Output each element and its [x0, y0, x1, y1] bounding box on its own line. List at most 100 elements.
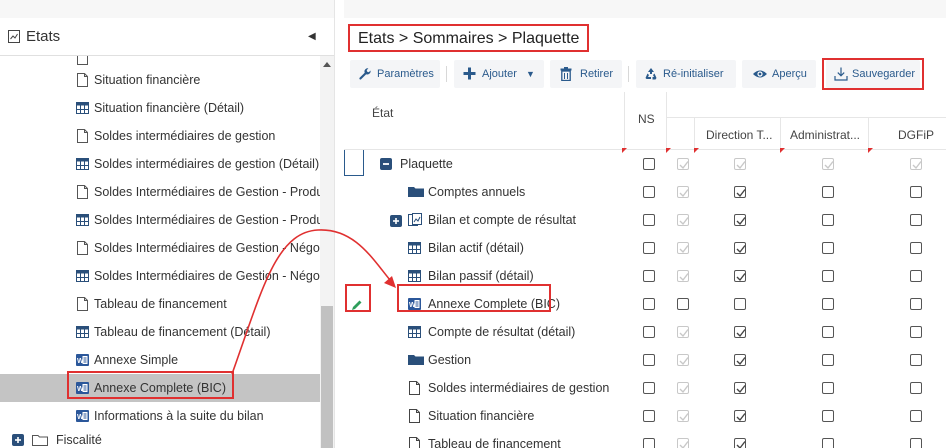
tree-item[interactable]: Situation financière — [0, 66, 320, 94]
permission-checkbox[interactable] — [910, 354, 922, 366]
permission-checkbox[interactable] — [643, 186, 655, 198]
svg-text:W: W — [77, 386, 84, 393]
ajouter-button[interactable]: Ajouter ▼ — [454, 60, 544, 88]
states-grid: État NS Direction T... Administrat... DG… — [344, 92, 946, 448]
permission-checkbox[interactable] — [643, 410, 655, 422]
column-header-administrat[interactable]: Administrat... — [790, 128, 860, 142]
collapse-left-icon[interactable]: ◀ — [308, 18, 316, 56]
row-label: Bilan actif (détail) — [428, 241, 524, 255]
tree-item-fiscalite[interactable]: Fiscalité — [0, 426, 320, 448]
table-row[interactable]: Soldes intermédiaires de gestion — [344, 374, 946, 402]
sauvegarder-button[interactable]: Sauvegarder — [826, 60, 920, 88]
column-header-direction[interactable]: Direction T... — [706, 128, 772, 142]
panel-divider[interactable] — [334, 0, 344, 448]
tree-item[interactable]: Soldes intermédiaires de gestion — [0, 122, 320, 150]
permission-checkbox — [677, 354, 689, 366]
minus-square-icon[interactable] — [380, 157, 392, 175]
permission-checkbox[interactable] — [822, 214, 834, 226]
permission-checkbox[interactable] — [643, 270, 655, 282]
doc-icon — [408, 409, 421, 428]
tree-item-label: Soldes Intermédiaires de Gestion - Produ… — [94, 185, 320, 199]
parametres-button[interactable]: Paramètres — [350, 60, 440, 88]
tree-item[interactable]: Soldes Intermédiaires de Gestion - Produ… — [0, 206, 320, 234]
table-row[interactable]: Comptes annuels — [344, 178, 946, 206]
permission-checkbox[interactable] — [910, 242, 922, 254]
permission-checkbox[interactable] — [643, 438, 655, 448]
permission-checkbox[interactable] — [734, 382, 746, 394]
scroll-up-arrow-icon[interactable] — [323, 62, 331, 67]
permission-checkbox[interactable] — [734, 298, 746, 310]
expand-plus-icon[interactable] — [12, 434, 24, 446]
permission-checkbox[interactable] — [822, 242, 834, 254]
table-row[interactable]: Tableau de financement — [344, 430, 946, 448]
permission-checkbox[interactable] — [734, 242, 746, 254]
permission-checkbox[interactable] — [822, 270, 834, 282]
permission-checkbox[interactable] — [643, 326, 655, 338]
permission-checkbox[interactable] — [643, 298, 655, 310]
permission-checkbox[interactable] — [643, 214, 655, 226]
toolbar-separator — [628, 66, 629, 82]
tree-item[interactable]: Tableau de financement (Détail) — [0, 318, 320, 346]
expand-plus-icon[interactable] — [390, 214, 402, 232]
scroll-thumb[interactable] — [321, 306, 333, 448]
permission-checkbox[interactable] — [910, 270, 922, 282]
tree-item[interactable]: Tableau de financement — [0, 290, 320, 318]
permission-checkbox[interactable] — [822, 326, 834, 338]
table-row[interactable]: Plaquette — [344, 150, 946, 178]
permission-checkbox[interactable] — [822, 354, 834, 366]
permission-checkbox[interactable] — [734, 438, 746, 448]
permission-checkbox[interactable] — [910, 298, 922, 310]
tree-item[interactable]: W Annexe Simple — [0, 346, 320, 374]
edit-pencil-icon[interactable] — [351, 298, 363, 316]
permission-checkbox — [677, 382, 689, 394]
table-row[interactable]: Situation financière — [344, 402, 946, 430]
permission-checkbox[interactable] — [822, 438, 834, 448]
permission-checkbox[interactable] — [910, 326, 922, 338]
tree-item-label: Annexe Simple — [94, 353, 179, 367]
permission-checkbox[interactable] — [910, 186, 922, 198]
tree-scrollbar[interactable] — [320, 56, 334, 448]
permission-checkbox[interactable] — [643, 354, 655, 366]
permission-checkbox[interactable] — [822, 298, 834, 310]
folder-icon — [408, 185, 424, 203]
table-row[interactable]: Compte de résultat (détail) — [344, 318, 946, 346]
permission-checkbox[interactable] — [822, 410, 834, 422]
table-row[interactable]: Bilan actif (détail) — [344, 234, 946, 262]
permission-checkbox[interactable] — [910, 382, 922, 394]
permission-checkbox[interactable] — [734, 326, 746, 338]
retirer-label: Retirer — [580, 68, 614, 80]
table-icon — [408, 325, 421, 344]
table-row[interactable]: Gestion — [344, 346, 946, 374]
tree-item[interactable]: Soldes Intermédiaires de Gestion - Négoc… — [0, 262, 320, 290]
svg-text:W: W — [77, 358, 84, 365]
apercu-button[interactable]: Aperçu — [742, 60, 816, 88]
permission-checkbox[interactable] — [734, 270, 746, 282]
tree-item[interactable]: Soldes intermédiaires de gestion (Détail… — [0, 150, 320, 178]
retirer-button[interactable]: Retirer — [550, 60, 622, 88]
column-header-etat[interactable]: État — [372, 106, 393, 120]
permission-checkbox[interactable] — [643, 158, 655, 170]
tree-item-selected[interactable]: W Annexe Complete (BIC) — [0, 374, 320, 402]
table-row[interactable]: W Annexe Complete (BIC) — [344, 290, 946, 318]
chart-doc-icon — [408, 213, 422, 232]
table-row[interactable]: Bilan passif (détail) — [344, 262, 946, 290]
permission-checkbox[interactable] — [734, 186, 746, 198]
tree-item[interactable]: Situation financière (Détail) — [0, 94, 320, 122]
tree-item[interactable]: Soldes Intermédiaires de Gestion - Produ… — [0, 178, 320, 206]
tree-item[interactable]: Soldes Intermédiaires de Gestion - Négoc… — [0, 234, 320, 262]
permission-checkbox[interactable] — [643, 242, 655, 254]
reinitialiser-button[interactable]: Ré-initialiser — [636, 60, 736, 88]
column-header-ns[interactable]: NS — [638, 112, 655, 126]
permission-checkbox[interactable] — [734, 214, 746, 226]
permission-checkbox[interactable] — [910, 214, 922, 226]
table-row[interactable]: Bilan et compte de résultat — [344, 206, 946, 234]
permission-checkbox[interactable] — [910, 410, 922, 422]
column-header-dgfip[interactable]: DGFiP — [898, 128, 934, 142]
permission-checkbox[interactable] — [734, 354, 746, 366]
permission-checkbox[interactable] — [734, 410, 746, 422]
permission-checkbox[interactable] — [822, 382, 834, 394]
permission-checkbox[interactable] — [643, 382, 655, 394]
permission-checkbox[interactable] — [677, 298, 689, 310]
permission-checkbox[interactable] — [910, 438, 922, 448]
permission-checkbox[interactable] — [822, 186, 834, 198]
